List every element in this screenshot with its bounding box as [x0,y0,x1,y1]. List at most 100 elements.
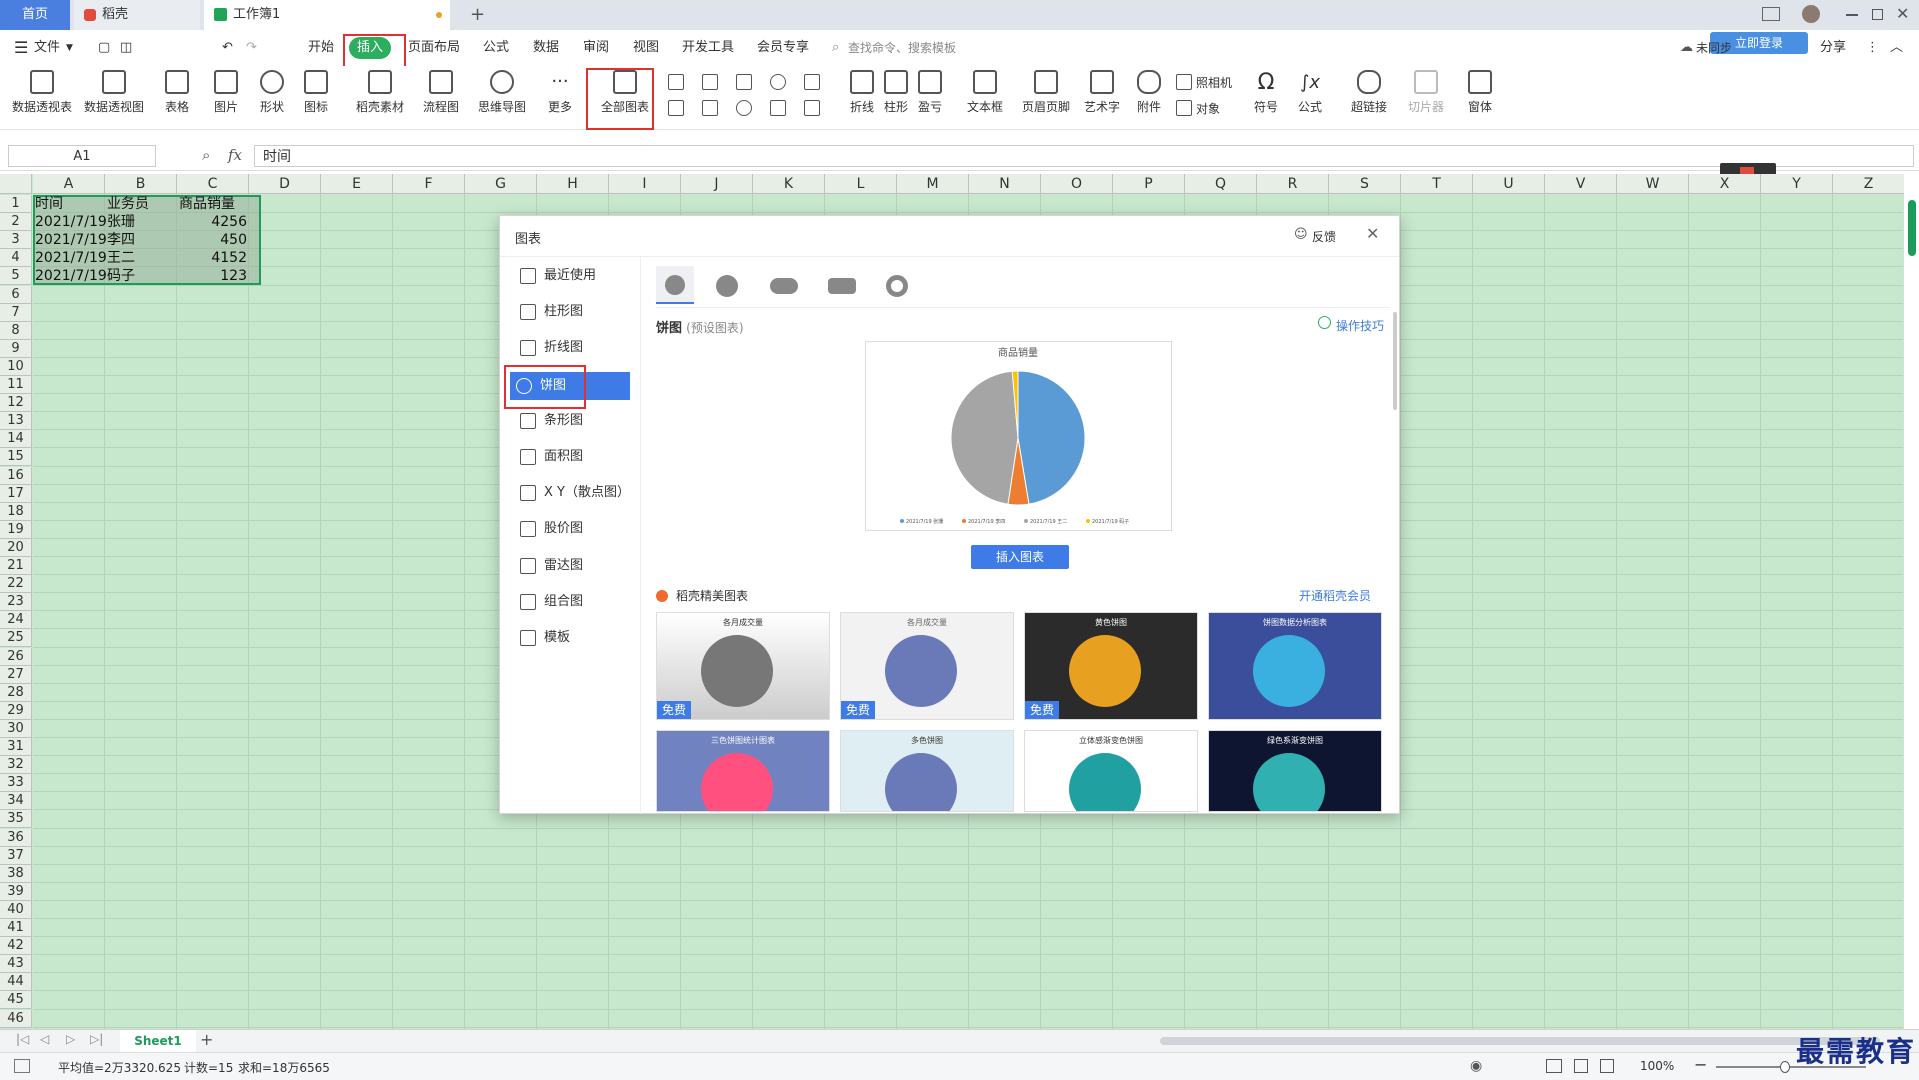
sidebar-item-7[interactable]: 股价图 [514,518,632,540]
insert-chart-button[interactable]: 插入图表 [971,545,1069,569]
row-header-31[interactable]: 31 [0,738,32,756]
row-header-6[interactable]: 6 [0,285,32,304]
column-header-B[interactable]: B [105,174,177,194]
menu-page-layout[interactable]: 页面布局 [408,30,460,66]
row-header-42[interactable]: 42 [0,937,32,956]
template-thumbnail[interactable]: 黄色饼图 免费 [1024,612,1198,720]
template-thumbnail[interactable]: 多色饼图 [840,730,1014,812]
template-thumbnail[interactable]: 各月成交量 免费 [656,612,830,720]
picture-button[interactable]: 图片 [206,70,246,115]
row-header-21[interactable]: 21 [0,557,32,575]
column-header-X[interactable]: X [1689,174,1761,194]
row-header-39[interactable]: 39 [0,882,32,901]
row-header-32[interactable]: 32 [0,756,32,775]
subtype-3d-pie[interactable] [716,275,738,297]
row-header-26[interactable]: 26 [0,647,32,666]
table-cell[interactable]: 4256 [179,213,247,231]
undo-icon[interactable]: ↶ [222,30,233,66]
zoom-slider-handle[interactable] [1780,1061,1790,1073]
row-header-4[interactable]: 4 [0,249,32,268]
menu-icon[interactable]: ☰ [14,30,28,66]
table-cell[interactable]: 李四 [107,231,175,249]
radar-chart-icon[interactable] [770,74,786,90]
row-header-30[interactable]: 30 [0,719,32,738]
menu-data[interactable]: 数据 [533,30,559,66]
corner-select-all[interactable] [0,174,32,194]
table-button[interactable]: 表格 [160,70,194,115]
menu-dev-tools[interactable]: 开发工具 [682,30,734,66]
row-header-20[interactable]: 20 [0,538,32,557]
next-sheet-icon[interactable]: ▷ [66,1032,75,1046]
eye-protect-icon[interactable]: ◉ [1470,1058,1482,1074]
save-icon[interactable]: ◫ [120,30,132,66]
close-window-icon[interactable]: ✕ [1896,4,1909,23]
menu-member[interactable]: 会员专享 [757,30,809,66]
row-header-34[interactable]: 34 [0,792,32,811]
camera-label[interactable]: 照相机 [1196,74,1232,91]
column-header-C[interactable]: C [177,174,249,194]
template-thumbnail[interactable]: 绿色系渐变饼图 [1208,730,1382,812]
column-header-G[interactable]: G [465,174,537,194]
row-header-7[interactable]: 7 [0,303,32,322]
pivot-table-button[interactable]: 数据透视表 [10,70,74,115]
row-header-23[interactable]: 23 [0,593,32,612]
avatar[interactable] [1802,5,1820,23]
row-header-12[interactable]: 12 [0,394,32,413]
row-header-25[interactable]: 25 [0,629,32,648]
flowchart-button[interactable]: 流程图 [416,70,466,115]
mindmap-button[interactable]: 思维导图 [472,70,532,115]
column-header-T[interactable]: T [1401,174,1473,194]
table-cell[interactable]: 2021/7/19 [35,267,107,285]
sparkline-bar-button[interactable]: 柱形 [880,70,912,115]
column-header-O[interactable]: O [1041,174,1113,194]
sidebar-item-10[interactable]: 模板 [514,627,632,649]
subtype-pie-of-pie[interactable] [770,278,798,294]
chart-preview[interactable]: 商品销量 2021/7/19 张珊 2021/7/19 李四 2021/7/19 王二… [865,341,1172,531]
add-sheet-button[interactable]: + [200,1030,213,1049]
column-header-M[interactable]: M [897,174,969,194]
tips-link[interactable]: 操作技巧 [1336,317,1384,334]
last-sheet-icon[interactable]: ▷| [90,1032,103,1046]
table-cell[interactable]: 商品销量 [179,195,247,213]
row-header-16[interactable]: 16 [0,466,32,485]
column-header-K[interactable]: K [753,174,825,194]
file-menu[interactable]: 文件 [34,30,60,66]
sidebar-item-1[interactable]: 柱形图 [514,301,632,323]
formula-input[interactable]: 时间 [254,145,1914,167]
column-chart-icon[interactable] [668,74,684,90]
menu-view[interactable]: 视图 [633,30,659,66]
attachment-button[interactable]: 附件 [1132,70,1166,115]
daoke-material-button[interactable]: 稻壳素材 [354,70,406,115]
pivot-chart-button[interactable]: 数据透视图 [82,70,146,115]
row-header-1[interactable]: 1 [0,195,32,213]
row-header-8[interactable]: 8 [0,321,32,340]
row-header-29[interactable]: 29 [0,701,32,720]
zoom-level[interactable]: 100% [1640,1059,1674,1073]
row-header-44[interactable]: 44 [0,973,32,992]
row-header-3[interactable]: 3 [0,231,32,250]
symbol-button[interactable]: Ω 符号 [1248,70,1284,115]
column-header-Z[interactable]: Z [1833,174,1904,194]
feedback-link[interactable]: 反馈 [1312,228,1336,245]
page-break-view-icon[interactable] [1600,1059,1614,1073]
sidebar-item-8[interactable]: 雷达图 [514,555,632,577]
slicer-button[interactable]: 切片器 [1406,70,1446,115]
row-header-9[interactable]: 9 [0,339,32,358]
formula-button[interactable]: ∫x 公式 [1292,70,1328,115]
column-header-U[interactable]: U [1473,174,1545,194]
more-icon[interactable]: ⋮ [1866,30,1879,66]
sync-status[interactable]: 未同步 [1696,30,1732,66]
column-header-E[interactable]: E [321,174,393,194]
line-chart-small-icon[interactable] [736,74,752,90]
subtype-doughnut[interactable] [886,275,908,297]
sidebar-item-5[interactable]: 面积图 [514,446,632,468]
table-cell[interactable]: 王二 [107,249,175,267]
row-header-15[interactable]: 15 [0,448,32,467]
row-header-41[interactable]: 41 [0,919,32,937]
subtype-pie-selected[interactable] [656,266,694,304]
collapse-ribbon-icon[interactable]: ︿ [1890,30,1903,66]
sidebar-item-2[interactable]: 折线图 [514,337,632,359]
row-header-18[interactable]: 18 [0,502,32,521]
combo-chart-icon[interactable] [702,100,718,116]
column-header-Q[interactable]: Q [1185,174,1257,194]
